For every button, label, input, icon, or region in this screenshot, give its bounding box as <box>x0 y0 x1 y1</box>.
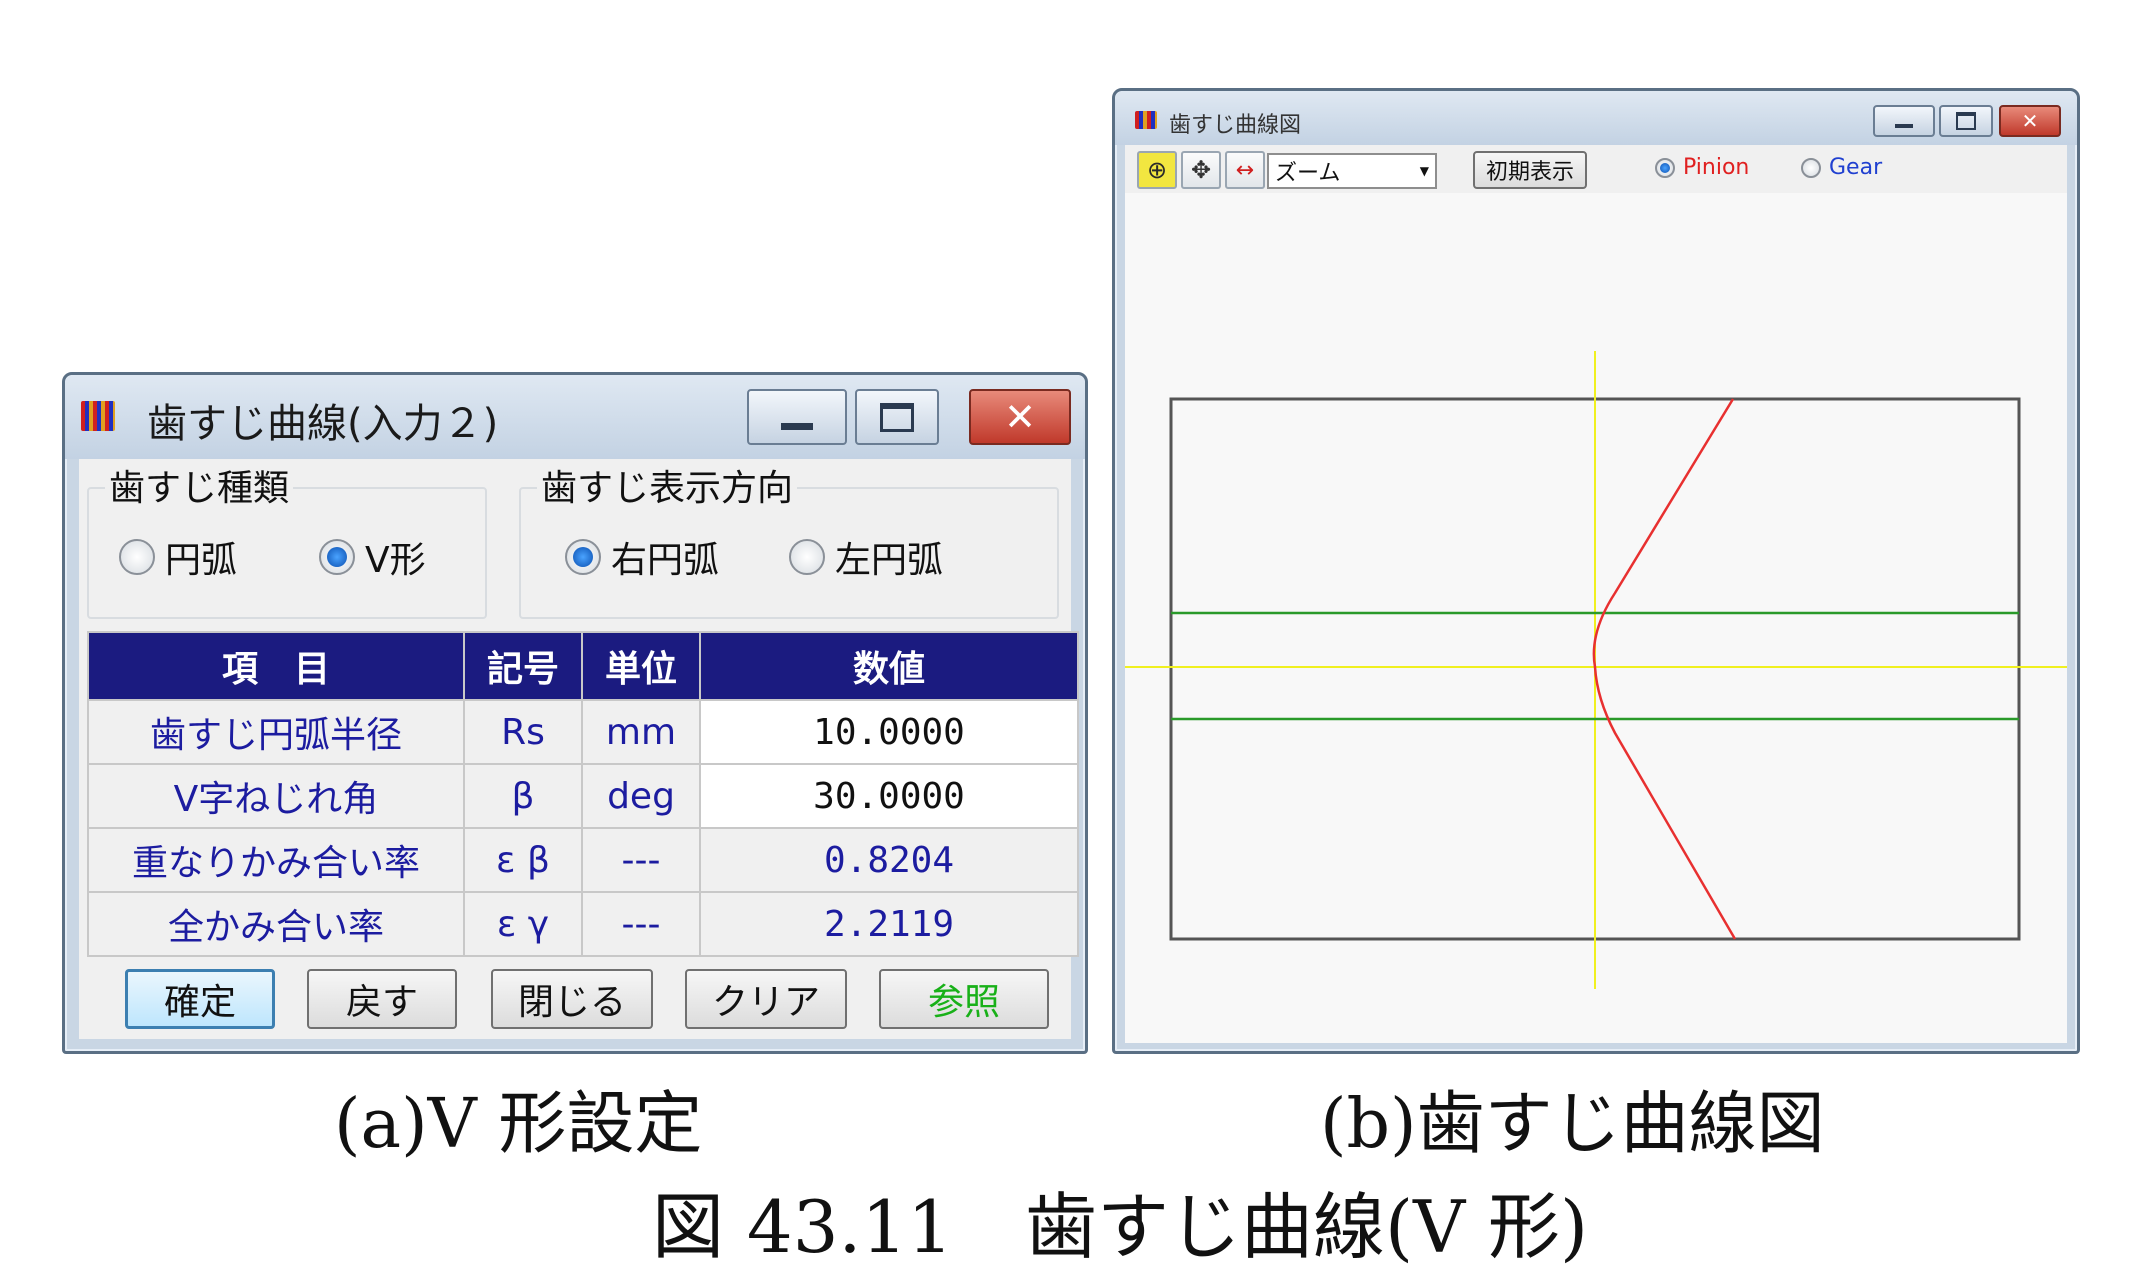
client-area: 歯すじ種類 円弧 V形 歯すじ表示方向 右円弧 左円弧 項 目 記号 単位 数値… <box>79 459 1079 1039</box>
minimize-icon <box>1895 124 1913 128</box>
figure-caption: 図 43.11 歯すじ曲線(V 形) <box>652 1185 1589 1269</box>
maximize-button[interactable] <box>1939 105 1993 137</box>
row-value-input[interactable]: 10.0000 <box>699 699 1079 765</box>
row-unit: --- <box>581 827 701 893</box>
display-direction-group-label: 歯すじ表示方向 <box>537 459 798 511</box>
title-bar[interactable]: 歯すじ曲線(入力２) ✕ <box>65 375 1085 459</box>
row-value-input[interactable]: 30.0000 <box>699 763 1079 829</box>
header-unit: 単位 <box>581 631 701 701</box>
tooth-trace-chart-window: 歯すじ曲線図 ✕ ⊕ ✥ ↔ ズーム ▼ 初期表示 Pinion Gear <box>1112 88 2080 1054</box>
table-row: 歯すじ円弧半径 Rs mm 10.0000 <box>87 699 1079 765</box>
horizontal-arrows-icon: ↔ <box>1235 157 1255 183</box>
caption-a: (a)V 形設定 <box>334 1085 703 1164</box>
radio-pinion-label: Pinion <box>1683 155 1750 180</box>
window-title: 歯すじ曲線(入力２) <box>147 401 499 447</box>
header-symbol: 記号 <box>463 631 583 701</box>
row-symbol: β <box>463 763 583 829</box>
row-value-readonly: 0.8204 <box>699 827 1079 893</box>
app-icon <box>1135 111 1157 129</box>
table-row: V字ねじれ角 β deg 30.0000 <box>87 763 1079 829</box>
table-row: 重なりかみ合い率 ε β --- 0.8204 <box>87 827 1079 893</box>
close-icon: ✕ <box>1004 395 1036 439</box>
row-item: 全かみ合い率 <box>87 891 465 957</box>
curve-type-group-label: 歯すじ種類 <box>105 459 294 511</box>
client-area: ⊕ ✥ ↔ ズーム ▼ 初期表示 Pinion Gear <box>1125 145 2067 1043</box>
reset-view-button[interactable]: 初期表示 <box>1473 151 1587 189</box>
title-bar[interactable]: 歯すじ曲線図 ✕ <box>1115 91 2077 145</box>
row-symbol: ε γ <box>463 891 583 957</box>
radio-left-arc[interactable]: 左円弧 <box>789 531 943 583</box>
radio-pinion[interactable]: Pinion <box>1655 155 1749 180</box>
pan-tool-button[interactable]: ✥ <box>1181 151 1221 189</box>
radio-right-arc-label: 右円弧 <box>611 540 720 581</box>
radio-gear-indicator <box>1801 157 1821 178</box>
zoom-select-value: ズーム <box>1275 161 1341 186</box>
back-button[interactable]: 戻す <box>307 969 457 1029</box>
caption-b: (b)歯すじ曲線図 <box>1320 1085 1825 1164</box>
radio-arc[interactable]: 円弧 <box>119 531 237 583</box>
minimize-button[interactable] <box>1873 105 1935 137</box>
zoom-tool-button[interactable]: ⊕ <box>1137 151 1177 189</box>
tooth-trace-drawing[interactable] <box>1125 193 2067 1043</box>
header-item: 項 目 <box>87 631 465 701</box>
radio-v-shape-label: V形 <box>365 540 426 581</box>
row-item: V字ねじれ角 <box>87 763 465 829</box>
radio-gear-label: Gear <box>1829 155 1883 180</box>
row-symbol: Rs <box>463 699 583 765</box>
row-unit: deg <box>581 763 701 829</box>
radio-right-arc[interactable]: 右円弧 <box>565 531 719 583</box>
window-title: 歯すじ曲線図 <box>1169 113 1302 138</box>
row-unit: mm <box>581 699 701 765</box>
reference-button[interactable]: 参照 <box>879 969 1049 1029</box>
row-item: 重なりかみ合い率 <box>87 827 465 893</box>
row-symbol: ε β <box>463 827 583 893</box>
close-dialog-button[interactable]: 閉じる <box>491 969 653 1029</box>
row-unit: --- <box>581 891 701 957</box>
radio-arc-indicator <box>119 539 155 575</box>
app-icon <box>81 401 115 431</box>
v-shape-settings-window: 歯すじ曲線(入力２) ✕ 歯すじ種類 円弧 V形 歯すじ表示方向 右円弧 左円弧… <box>62 372 1088 1054</box>
confirm-button[interactable]: 確定 <box>125 969 275 1029</box>
maximize-icon <box>1956 112 1976 130</box>
zoom-select[interactable]: ズーム ▼ <box>1267 153 1437 189</box>
maximize-button[interactable] <box>855 389 939 445</box>
minimize-button[interactable] <box>747 389 847 445</box>
chevron-down-icon: ▼ <box>1419 164 1429 178</box>
row-value-readonly: 2.2119 <box>699 891 1079 957</box>
radio-left-arc-label: 左円弧 <box>835 540 944 581</box>
radio-v-shape[interactable]: V形 <box>319 531 426 583</box>
close-button[interactable]: ✕ <box>969 389 1071 445</box>
radio-right-arc-indicator <box>565 539 601 575</box>
close-icon: ✕ <box>2021 109 2039 133</box>
radio-pinion-indicator <box>1655 157 1675 178</box>
table-row: 全かみ合い率 ε γ --- 2.2119 <box>87 891 1079 957</box>
maximize-icon <box>880 402 914 432</box>
radio-arc-label: 円弧 <box>165 540 238 581</box>
move-icon: ✥ <box>1190 156 1212 184</box>
clear-button[interactable]: クリア <box>685 969 847 1029</box>
radio-v-shape-indicator <box>319 539 355 575</box>
radio-left-arc-indicator <box>789 539 825 575</box>
row-item: 歯すじ円弧半径 <box>87 699 465 765</box>
measure-tool-button[interactable]: ↔ <box>1225 151 1265 189</box>
parameter-table: 項 目 記号 単位 数値 歯すじ円弧半径 Rs mm 10.0000 V字ねじれ… <box>87 631 1079 957</box>
minimize-icon <box>781 422 813 430</box>
header-value: 数値 <box>699 631 1079 701</box>
magnifier-icon: ⊕ <box>1146 156 1168 184</box>
close-button[interactable]: ✕ <box>1999 105 2061 137</box>
radio-gear[interactable]: Gear <box>1801 155 1882 180</box>
